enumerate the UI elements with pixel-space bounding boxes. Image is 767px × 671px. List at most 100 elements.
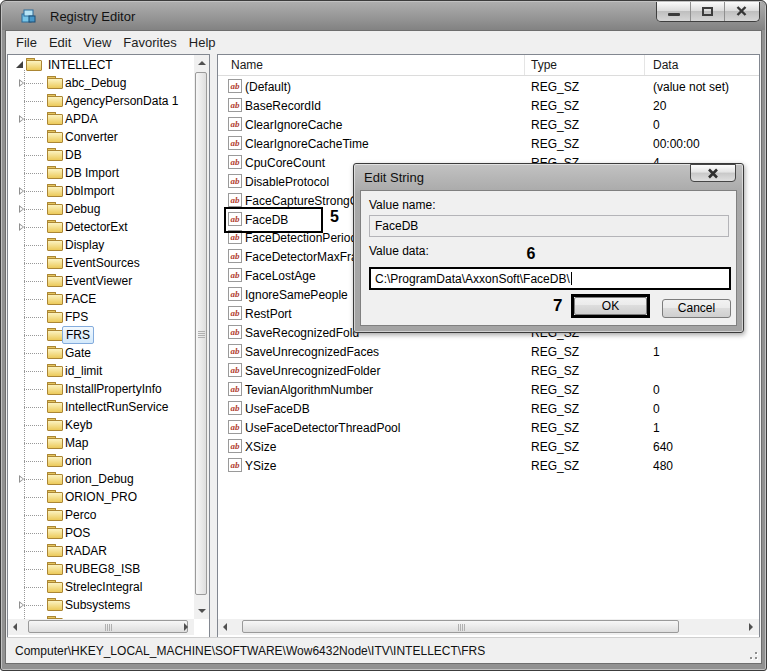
tree-item-Display[interactable]: Display: [8, 236, 194, 254]
registry-value-row[interactable]: abXSizeREG_SZ640: [218, 438, 759, 457]
tree-item-Perco[interactable]: Perco: [8, 506, 194, 524]
tree-connector: [24, 173, 43, 174]
string-value-icon: ab: [228, 155, 242, 169]
scroll-right-button[interactable]: [178, 619, 193, 635]
tree-item-INTELLECT[interactable]: INTELLECT: [8, 56, 194, 74]
tree-item-label: Converter: [65, 130, 118, 144]
expand-icon[interactable]: [19, 79, 24, 87]
tree-item-Subsystems[interactable]: Subsystems: [8, 596, 194, 614]
tree-item-Map[interactable]: Map: [8, 434, 194, 452]
tree-item-RUBEG8_ISB[interactable]: RUBEG8_ISB: [8, 560, 194, 578]
column-separator[interactable]: [644, 55, 645, 75]
tree-item-Debug[interactable]: Debug: [8, 200, 194, 218]
value-name: BaseRecordId: [245, 99, 321, 113]
tree-item-Gate[interactable]: Gate: [8, 344, 194, 362]
registry-value-row[interactable]: abUseFaceDetectorThreadPoolREG_SZ1: [218, 419, 759, 438]
tree-hscroll-thumb[interactable]: [28, 620, 188, 633]
title-bar[interactable]: Registry Editor: [2, 2, 765, 30]
tree-vertical-scrollbar[interactable]: [194, 55, 209, 619]
scroll-down-button[interactable]: [194, 603, 209, 619]
tree-item-APDA[interactable]: APDA: [8, 110, 194, 128]
cancel-button[interactable]: Cancel: [662, 299, 731, 318]
tree-item-Converter[interactable]: Converter: [8, 128, 194, 146]
window-title: Registry Editor: [50, 9, 135, 24]
expand-icon[interactable]: [19, 187, 24, 195]
expand-icon[interactable]: [19, 601, 24, 609]
registry-value-row[interactable]: abYSizeREG_SZ480: [218, 457, 759, 476]
folder-icon: [47, 130, 63, 143]
tree-item-POS[interactable]: POS: [8, 524, 194, 542]
registry-value-row[interactable]: abTevianAlgorithmNumberREG_SZ0: [218, 381, 759, 400]
folder-icon: [47, 328, 63, 341]
tree-view: INTELLECTabc_DebugAgencyPersonData 1APDA…: [8, 55, 194, 619]
column-header-data[interactable]: Data: [653, 58, 678, 72]
scroll-left-button[interactable]: [8, 619, 23, 635]
tree-item-abc_Debug[interactable]: abc_Debug: [8, 74, 194, 92]
registry-value-row[interactable]: ab(Default)REG_SZ(value not set): [218, 78, 759, 97]
tree-item-FPS[interactable]: FPS: [8, 308, 194, 326]
folder-icon: [47, 454, 63, 467]
column-header-name[interactable]: Name: [231, 58, 263, 72]
tree-vscroll-thumb[interactable]: [195, 72, 207, 595]
tree-item-orion_Debug[interactable]: orion_Debug: [8, 470, 194, 488]
registry-value-row[interactable]: abSaveUnrecognizedFacesREG_SZ1: [218, 343, 759, 362]
tree-item-RADAR[interactable]: RADAR: [8, 542, 194, 560]
menu-view[interactable]: View: [77, 32, 117, 50]
tree-item-DB Import[interactable]: DB Import: [8, 164, 194, 182]
maximize-button[interactable]: [691, 2, 725, 21]
expand-icon[interactable]: [19, 223, 24, 231]
expand-icon[interactable]: [19, 115, 24, 123]
value-name-field[interactable]: FaceDB: [369, 215, 729, 237]
registry-value-row[interactable]: abClearIgnoreCacheREG_SZ0: [218, 116, 759, 135]
tree-item-DB[interactable]: DB: [8, 146, 194, 164]
tree-horizontal-scrollbar[interactable]: [8, 619, 194, 635]
registry-value-row[interactable]: abBaseRecordIdREG_SZ20: [218, 97, 759, 116]
tree-item-label: IntellectRunService: [65, 400, 168, 414]
folder-icon: [47, 166, 63, 179]
tree-item-IntellectRunService[interactable]: IntellectRunService: [8, 398, 194, 416]
tree-item-id_limit[interactable]: id_limit: [8, 362, 194, 380]
tree-item-label: RUBEG8_ISB: [65, 562, 140, 576]
menu-file[interactable]: File: [10, 32, 43, 50]
tree-item-EventSources[interactable]: EventSources: [8, 254, 194, 272]
tree-item-AgencyPersonData 1[interactable]: AgencyPersonData 1: [8, 92, 194, 110]
column-separator[interactable]: [524, 55, 525, 75]
tree-item-DetectorExt[interactable]: DetectorExt: [8, 218, 194, 236]
list-hscroll-thumb[interactable]: [242, 620, 679, 633]
registry-value-row[interactable]: abSaveUnrecognizedFolderREG_SZ: [218, 362, 759, 381]
tree-item-ORION_PRO[interactable]: ORION_PRO: [8, 488, 194, 506]
ok-button[interactable]: OK: [574, 297, 647, 315]
tree-item-InstallPropertyInfo[interactable]: InstallPropertyInfo: [8, 380, 194, 398]
column-header-type[interactable]: Type: [531, 58, 557, 72]
value-data: 0: [653, 402, 660, 416]
minimize-icon: [668, 13, 680, 16]
tree-item-FRS[interactable]: FRS: [8, 326, 194, 344]
value-data-label: Value data:: [369, 244, 429, 258]
tree-item-orion[interactable]: orion: [8, 452, 194, 470]
minimize-button[interactable]: [657, 2, 691, 21]
tree-item-DbImport[interactable]: DbImport: [8, 182, 194, 200]
expand-icon[interactable]: [19, 475, 24, 483]
scroll-up-button[interactable]: [194, 55, 209, 71]
folder-icon: [47, 94, 63, 107]
scroll-right-button[interactable]: [743, 619, 758, 635]
scroll-left-button[interactable]: [218, 619, 233, 635]
dialog-close-button[interactable]: [690, 164, 736, 182]
registry-value-row[interactable]: abClearIgnoreCacheTimeREG_SZ00:00:00: [218, 135, 759, 154]
menu-help[interactable]: Help: [183, 32, 222, 50]
resize-grip[interactable]: [744, 646, 758, 660]
folder-icon: [47, 598, 63, 611]
tree-item-Keyb[interactable]: Keyb: [8, 416, 194, 434]
registry-value-row[interactable]: abUseFaceDBREG_SZ0: [218, 400, 759, 419]
tree-item-StrelecIntegral[interactable]: StrelecIntegral: [8, 578, 194, 596]
tree-connector: [24, 497, 43, 498]
tree-item-EventViewer[interactable]: EventViewer: [8, 272, 194, 290]
collapse-icon[interactable]: [16, 61, 23, 68]
close-button[interactable]: [725, 2, 759, 21]
menu-edit[interactable]: Edit: [43, 32, 77, 50]
menu-favorites[interactable]: Favorites: [117, 32, 182, 50]
value-data-field[interactable]: C:\ProgramData\AxxonSoft\FaceDB\: [369, 267, 731, 290]
list-horizontal-scrollbar[interactable]: [218, 619, 759, 635]
expand-icon[interactable]: [19, 205, 24, 213]
tree-item-FACE[interactable]: FACE: [8, 290, 194, 308]
